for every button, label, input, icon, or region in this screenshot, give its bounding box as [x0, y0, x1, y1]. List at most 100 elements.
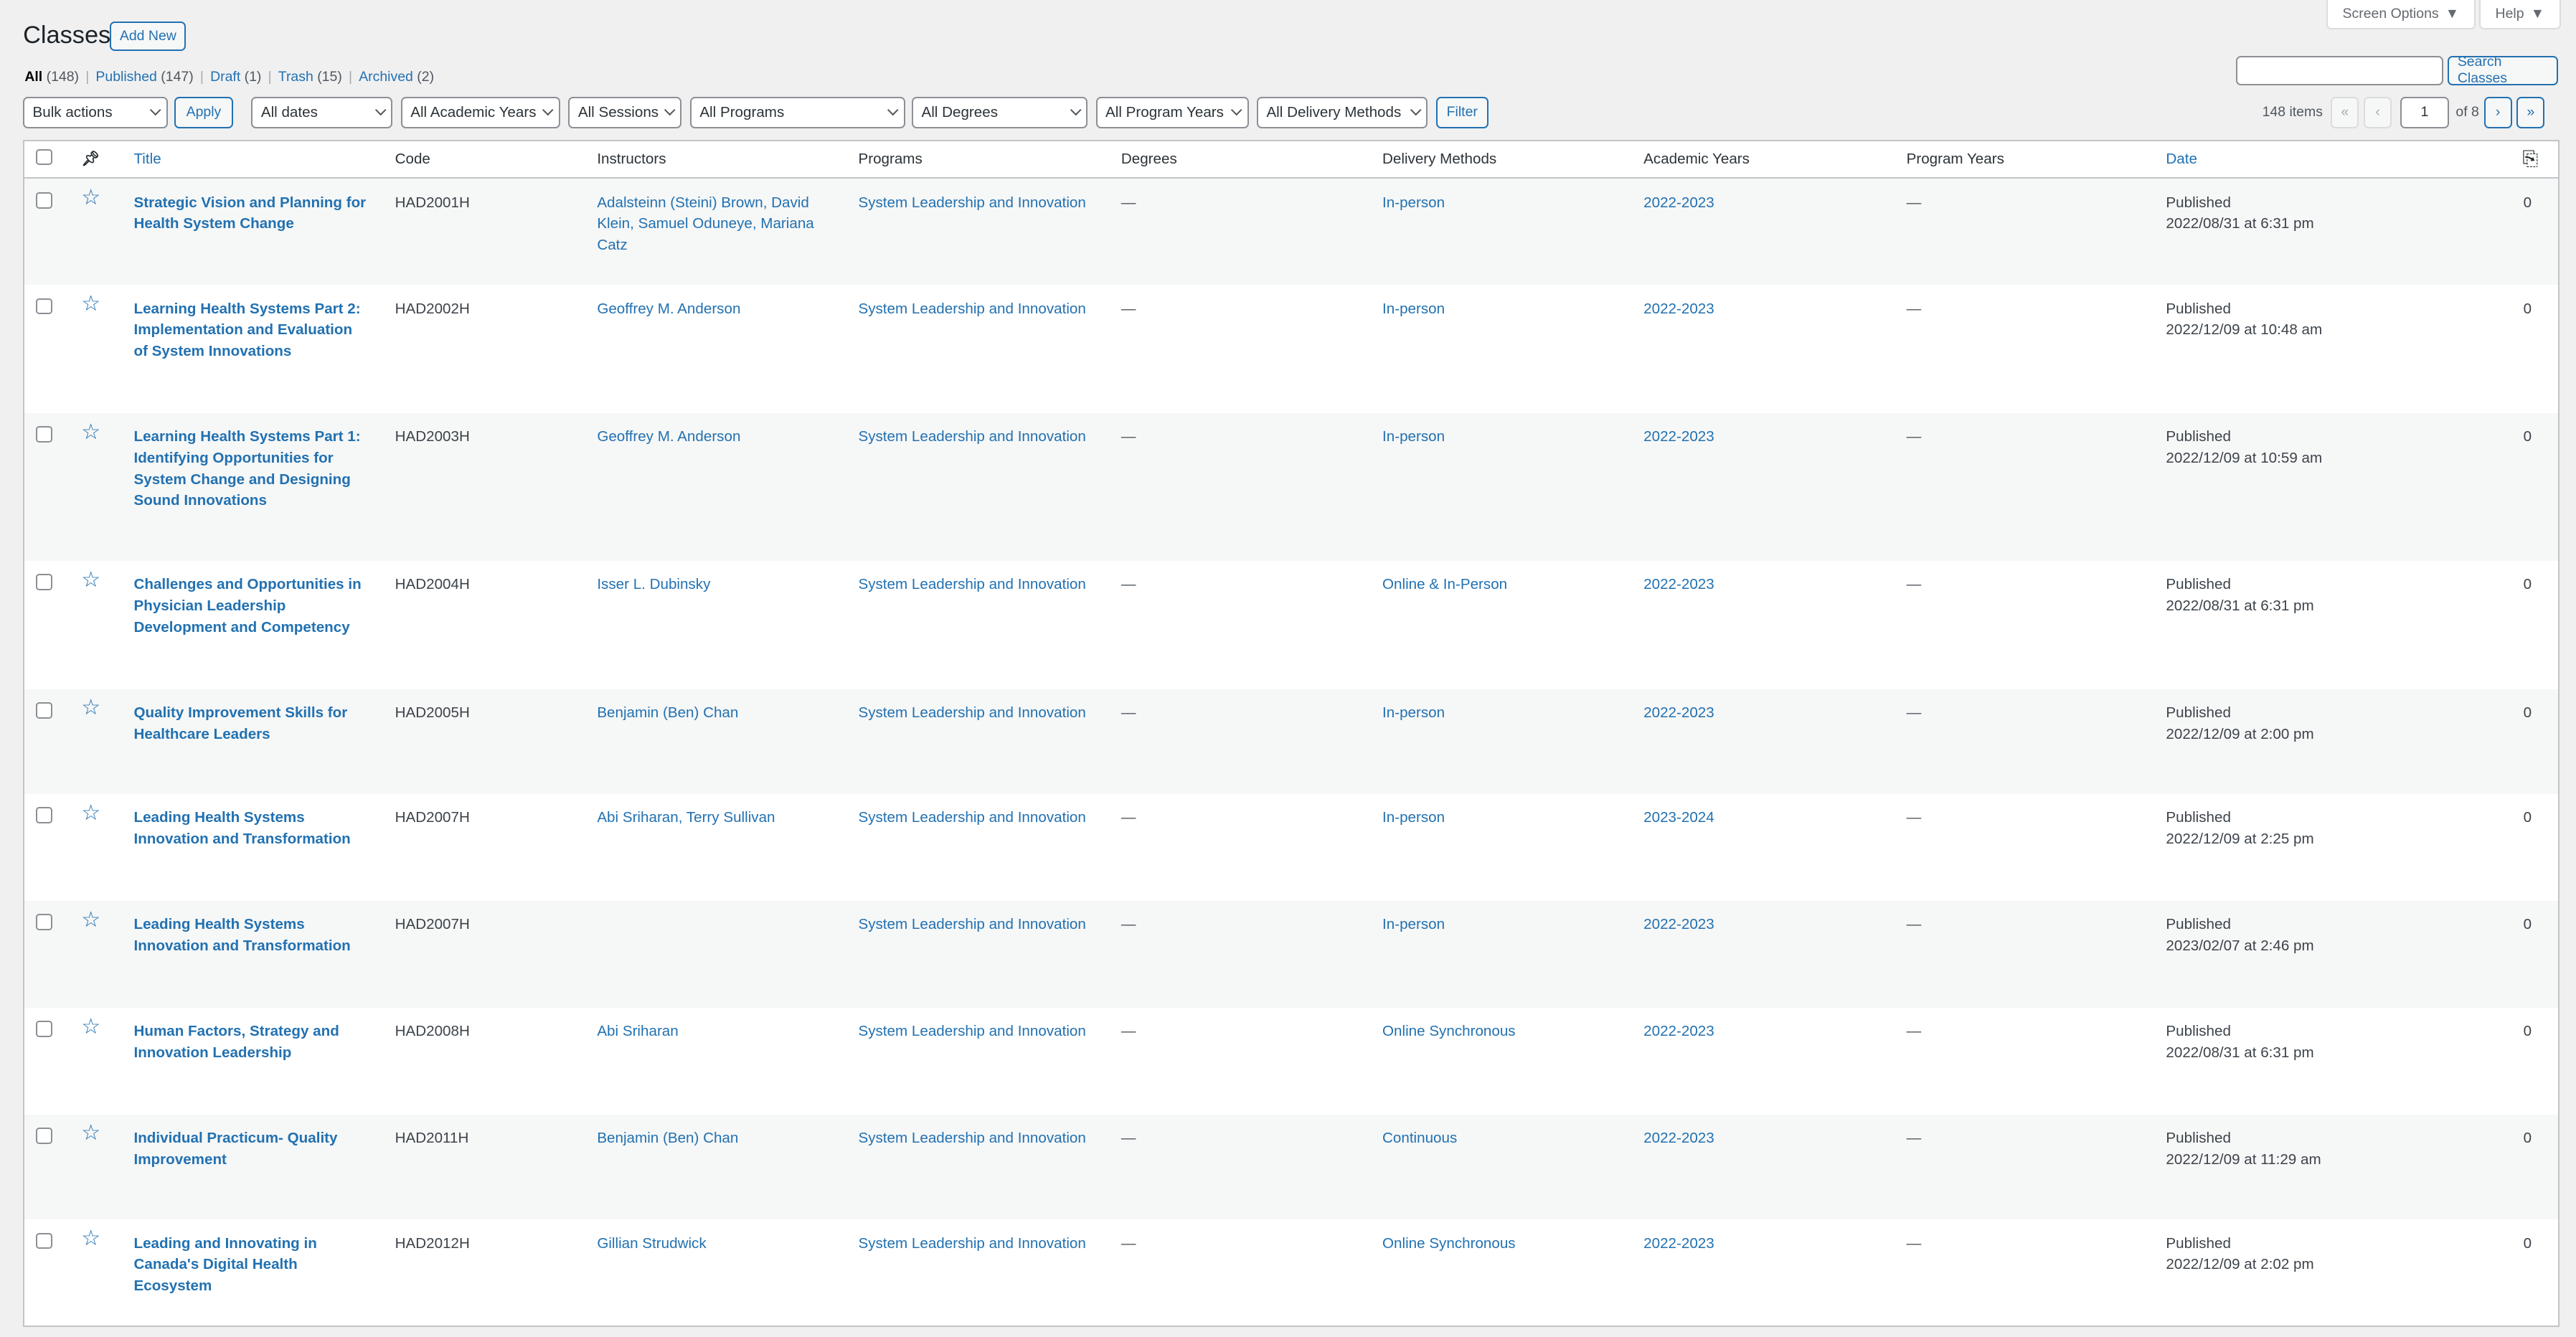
instructors-link[interactable]: Adalsteinn (Steini) Brown, David Klein, … [597, 194, 813, 254]
star-icon[interactable]: ☆ [81, 696, 100, 719]
view-label: Draft [210, 69, 241, 85]
academic-years-select[interactable]: All Academic Years [400, 97, 560, 128]
program-link[interactable]: System Leadership and Innovation [858, 301, 1085, 317]
delivery-link[interactable]: Online & In-Person [1382, 576, 1507, 592]
view-trash[interactable]: Trash (15) [278, 69, 342, 85]
view-draft[interactable]: Draft (1) [210, 69, 261, 85]
sessions-value: All Sessions [577, 103, 659, 121]
program-link[interactable]: System Leadership and Innovation [858, 809, 1085, 826]
delivery-link[interactable]: In-person [1382, 704, 1445, 721]
star-icon[interactable]: ☆ [81, 186, 100, 209]
row-checkbox[interactable] [36, 298, 52, 315]
degrees-value: — [1120, 1234, 1136, 1252]
filter-button[interactable]: Filter [1435, 97, 1488, 128]
view-archived[interactable]: Archived (2) [359, 69, 434, 85]
last-page-button[interactable]: » [2516, 97, 2545, 128]
row-checkbox[interactable] [36, 1128, 52, 1144]
class-title-link[interactable]: Human Factors, Strategy and Innovation L… [133, 1023, 339, 1061]
class-title-link[interactable]: Leading and Innovating in Canada's Digit… [133, 1235, 316, 1295]
academic-year-link[interactable]: 2022-2023 [1643, 916, 1714, 932]
class-title-link[interactable]: Learning Health Systems Part 2: Implemen… [133, 301, 360, 360]
delivery-link[interactable]: In-person [1382, 428, 1445, 445]
academic-year-link[interactable]: 2022-2023 [1643, 194, 1714, 211]
help-button[interactable]: Help ▼ [2478, 0, 2561, 30]
class-title-link[interactable]: Quality Improvement Skills for Healthcar… [133, 704, 347, 742]
program-link[interactable]: System Leadership and Innovation [858, 1023, 1085, 1039]
program-link[interactable]: System Leadership and Innovation [858, 916, 1085, 932]
delivery-link[interactable]: In-person [1382, 916, 1445, 932]
instructors-link[interactable]: Abi Sriharan, Terry Sullivan [597, 809, 775, 826]
bulk-actions-select[interactable]: Bulk actions [23, 97, 168, 128]
select-all-checkbox[interactable] [36, 148, 52, 166]
instructors-link[interactable]: Abi Sriharan [597, 1023, 678, 1039]
star-icon[interactable]: ☆ [81, 1121, 100, 1145]
academic-year-link[interactable]: 2022-2023 [1643, 428, 1714, 445]
class-title-link[interactable]: Learning Health Systems Part 1: Identify… [133, 428, 360, 509]
program-years-select[interactable]: All Program Years [1095, 97, 1249, 128]
star-icon[interactable]: ☆ [81, 1015, 100, 1039]
view-all[interactable]: All (148) [24, 69, 79, 85]
delivery-link[interactable]: In-person [1382, 194, 1445, 211]
delivery-link[interactable]: Online Synchronous [1382, 1235, 1516, 1252]
row-checkbox[interactable] [36, 192, 52, 209]
class-title-link[interactable]: Leading Health Systems Innovation and Tr… [133, 916, 350, 954]
view-published[interactable]: Published (147) [95, 69, 193, 85]
instructors-link[interactable]: Benjamin (Ben) Chan [597, 1130, 738, 1146]
row-checkbox[interactable] [36, 574, 52, 591]
delivery-link[interactable]: In-person [1382, 301, 1445, 317]
academic-year-link[interactable]: 2022-2023 [1643, 704, 1714, 721]
instructors-link[interactable]: Benjamin (Ben) Chan [597, 704, 738, 721]
instructors-link[interactable]: Geoffrey M. Anderson [597, 301, 740, 317]
star-icon[interactable]: ☆ [81, 568, 100, 592]
program-link[interactable]: System Leadership and Innovation [858, 1130, 1085, 1146]
class-title-link[interactable]: Challenges and Opportunities in Physicia… [133, 576, 361, 636]
search-classes-button[interactable]: Search Classes [2448, 54, 2558, 86]
instructors-link[interactable]: Geoffrey M. Anderson [597, 428, 740, 445]
next-page-button[interactable]: › [2483, 97, 2512, 128]
star-icon[interactable]: ☆ [81, 420, 100, 444]
star-icon[interactable]: ☆ [81, 801, 100, 825]
star-icon[interactable]: ☆ [81, 1227, 100, 1250]
add-new-button[interactable]: Add New [110, 21, 187, 51]
delivery-link[interactable]: Online Synchronous [1382, 1023, 1516, 1039]
dates-select[interactable]: All dates [251, 97, 393, 128]
class-title-link[interactable]: Strategic Vision and Planning for Health… [133, 194, 366, 232]
programs-select[interactable]: All Programs [689, 97, 905, 128]
class-title-link[interactable]: Individual Practicum- Quality Improvemen… [133, 1130, 337, 1168]
row-checkbox[interactable] [36, 1021, 52, 1038]
delivery-methods-select[interactable]: All Delivery Methods [1257, 97, 1428, 128]
first-page-button[interactable]: « [2331, 97, 2359, 128]
row-checkbox[interactable] [36, 701, 52, 719]
delivery-link[interactable]: In-person [1382, 809, 1445, 826]
academic-year-link[interactable]: 2022-2023 [1643, 1023, 1714, 1039]
academic-year-link[interactable]: 2022-2023 [1643, 1235, 1714, 1252]
star-icon[interactable]: ☆ [81, 908, 100, 932]
row-checkbox[interactable] [36, 914, 52, 931]
star-icon[interactable]: ☆ [81, 292, 100, 316]
program-link[interactable]: System Leadership and Innovation [858, 576, 1085, 592]
apply-button[interactable]: Apply [174, 97, 234, 128]
academic-year-link[interactable]: 2023-2024 [1643, 809, 1714, 826]
instructors-link[interactable]: Gillian Strudwick [597, 1235, 706, 1252]
sessions-select[interactable]: All Sessions [568, 97, 682, 128]
sort-date[interactable]: Date [2166, 151, 2197, 167]
search-input[interactable] [2235, 55, 2443, 86]
row-checkbox[interactable] [36, 1232, 52, 1249]
class-title-link[interactable]: Leading Health Systems Innovation and Tr… [133, 809, 350, 847]
academic-year-link[interactable]: 2022-2023 [1643, 1130, 1714, 1146]
sort-title[interactable]: Title [133, 151, 161, 167]
current-page-input[interactable]: 1 [2400, 97, 2450, 128]
row-checkbox[interactable] [36, 426, 52, 443]
program-link[interactable]: System Leadership and Innovation [858, 1235, 1085, 1252]
prev-page-button[interactable]: ‹ [2364, 97, 2392, 128]
academic-year-link[interactable]: 2022-2023 [1643, 301, 1714, 317]
row-checkbox[interactable] [36, 807, 52, 824]
instructors-link[interactable]: Isser L. Dubinsky [597, 576, 710, 592]
academic-year-link[interactable]: 2022-2023 [1643, 576, 1714, 592]
program-link[interactable]: System Leadership and Innovation [858, 704, 1085, 721]
delivery-link[interactable]: Continuous [1382, 1130, 1457, 1146]
program-link[interactable]: System Leadership and Innovation [858, 428, 1085, 445]
screen-options-button[interactable]: Screen Options ▼ [2326, 0, 2476, 30]
degrees-select[interactable]: All Degrees [912, 97, 1088, 128]
program-link[interactable]: System Leadership and Innovation [858, 194, 1085, 211]
